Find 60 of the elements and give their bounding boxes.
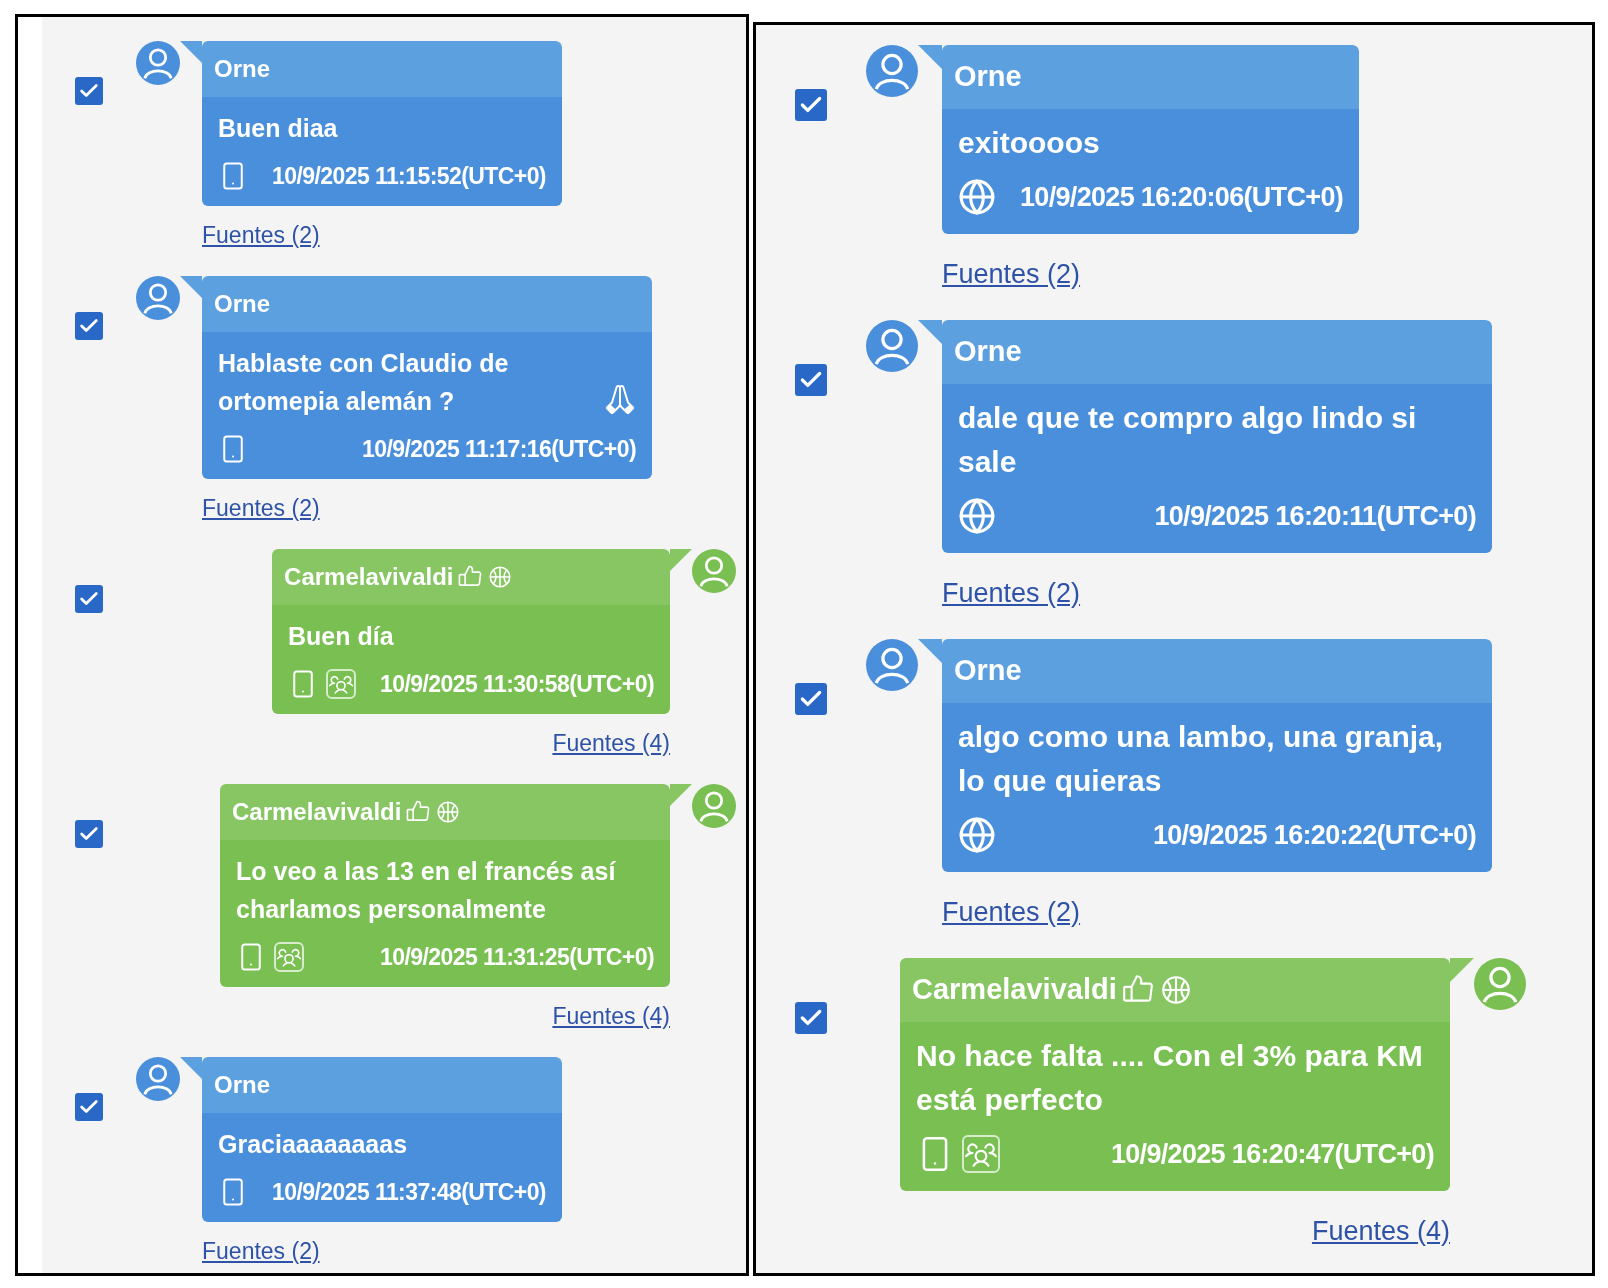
sender-name: Carmelavivaldi xyxy=(912,972,1117,1008)
avatar-icon xyxy=(136,1057,180,1101)
message-text: Buen día xyxy=(288,621,394,652)
sources-link[interactable]: Fuentes (4) xyxy=(552,725,670,760)
checkbox[interactable] xyxy=(795,89,827,121)
message-text: Lo veo a las 13 en el francés así charlamos personalmente xyxy=(236,856,617,925)
checkbox[interactable] xyxy=(75,312,103,340)
sources-link[interactable]: Fuentes (2) xyxy=(942,572,1081,613)
globe-icon xyxy=(958,178,996,217)
sources-link[interactable]: Fuentes (4) xyxy=(552,998,670,1033)
checkbox[interactable] xyxy=(795,364,827,396)
avatar-icon xyxy=(692,784,736,828)
message-text: exitoooos xyxy=(958,125,1100,161)
sources-link[interactable]: Fuentes (4) xyxy=(1311,1210,1450,1251)
checkbox[interactable] xyxy=(795,683,827,715)
group-icon xyxy=(274,942,304,973)
message-text: No hace falta .... Con el 3% para KM está perfecto xyxy=(916,1038,1424,1118)
sources-link[interactable]: Fuentes (2) xyxy=(942,891,1081,932)
checkbox[interactable] xyxy=(75,585,103,613)
sources-link[interactable]: Fuentes (2) xyxy=(202,217,320,252)
message-timestamp: 10/9/2025 16:20:47(UTC+0) xyxy=(1110,1138,1434,1171)
message-timestamp: 10/9/2025 11:31:25(UTC+0) xyxy=(380,943,654,972)
checkbox[interactable] xyxy=(795,1002,827,1034)
message-timestamp: 10/9/2025 11:15:52(UTC+0) xyxy=(272,162,546,191)
avatar-icon xyxy=(692,549,736,593)
message-timestamp: 10/9/2025 16:20:06(UTC+0) xyxy=(1020,181,1344,214)
sender-name: Orne xyxy=(214,1070,270,1100)
globe-icon xyxy=(958,497,996,536)
message-text: algo como una lambo, una granja, lo que quieras xyxy=(958,719,1445,799)
sender-name: Carmelavivaldi xyxy=(284,562,454,592)
checkbox[interactable] xyxy=(75,1093,103,1121)
sender-name: Orne xyxy=(214,54,270,84)
sources-link[interactable]: Fuentes (2) xyxy=(942,253,1081,294)
group-icon xyxy=(326,669,357,700)
sources-link[interactable]: Fuentes (2) xyxy=(202,1233,320,1268)
checkbox[interactable] xyxy=(75,820,103,848)
avatar-icon xyxy=(1474,958,1526,1010)
sender-name: Orne xyxy=(954,334,1022,370)
avatar-icon xyxy=(136,41,180,85)
sender-name: Carmelavivaldi xyxy=(232,797,402,827)
group-icon xyxy=(962,1135,1000,1174)
sender-name: Orne xyxy=(954,653,1022,689)
sender-name: Orne xyxy=(954,59,1022,95)
avatar-icon xyxy=(136,276,180,320)
message-timestamp: 10/9/2025 16:20:11(UTC+0) xyxy=(1154,500,1476,533)
message-text: Hablaste con Claudio de ortomepia alemán ? xyxy=(218,348,510,417)
avatar-icon xyxy=(866,320,918,372)
message-text: dale que te compro algo lindo si sale xyxy=(958,400,1418,480)
message-timestamp: 10/9/2025 11:17:16(UTC+0) xyxy=(362,435,636,464)
message-timestamp: 10/9/2025 11:30:58(UTC+0) xyxy=(380,670,654,699)
message-text: Graciaaaaaaaas xyxy=(218,1129,408,1160)
globe-icon xyxy=(958,816,996,855)
avatar-icon xyxy=(866,45,918,97)
avatar-icon xyxy=(866,639,918,691)
message-text: Buen diaa xyxy=(218,113,338,144)
message-timestamp: 10/9/2025 11:37:48(UTC+0) xyxy=(272,1178,546,1207)
sender-name: Orne xyxy=(214,289,270,319)
message-timestamp: 10/9/2025 16:20:22(UTC+0) xyxy=(1152,819,1476,852)
sources-link[interactable]: Fuentes (2) xyxy=(202,490,320,525)
checkbox[interactable] xyxy=(75,77,103,105)
